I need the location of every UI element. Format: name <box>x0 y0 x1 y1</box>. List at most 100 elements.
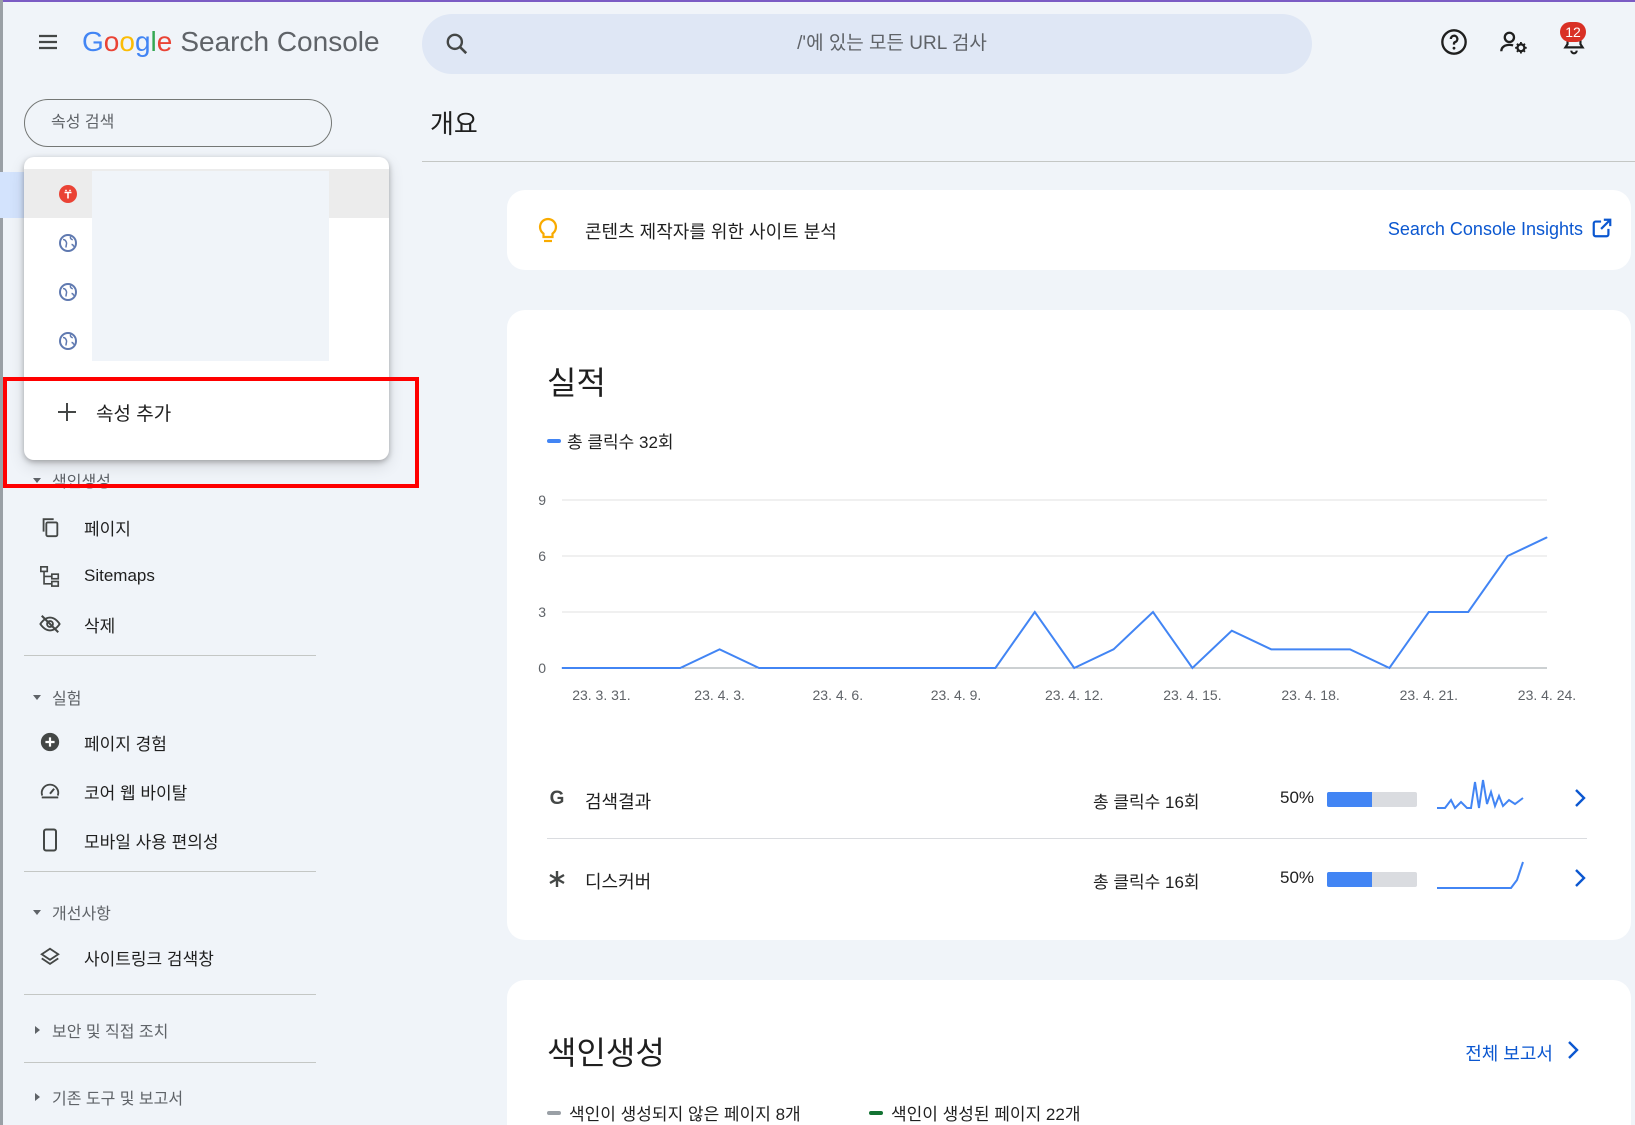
nav-section-security[interactable]: 보안 및 직접 조치 <box>32 1018 168 1042</box>
data-point <box>1507 555 1509 557</box>
chevron-right-icon[interactable] <box>1563 1038 1583 1062</box>
data-point <box>1034 611 1036 613</box>
data-point <box>797 667 799 669</box>
indexing-title: 색인생성 <box>547 1035 665 1071</box>
menu-icon[interactable] <box>30 24 66 60</box>
full-report-link[interactable]: 전체 보고서 <box>1465 1040 1553 1066</box>
nav-item-sitelinks-searchbox[interactable]: 사이트링크 검색창 <box>38 937 214 977</box>
x-tick-label: 23. 4. 3. <box>694 687 745 703</box>
x-tick-label: 23. 3. 31. <box>572 687 630 703</box>
search-icon[interactable] <box>444 31 470 62</box>
google-g-icon: G <box>549 788 565 809</box>
share-bar-fill <box>1327 792 1372 807</box>
legend-indexed[interactable]: 색인이 생성된 페이지 22개 <box>869 1100 1080 1125</box>
y-tick-label: 6 <box>538 548 546 564</box>
help-icon[interactable] <box>1436 24 1472 60</box>
caret-right-icon <box>35 1093 40 1101</box>
property-search[interactable] <box>24 99 332 147</box>
data-point <box>679 667 681 669</box>
data-point <box>640 667 642 669</box>
row-divider <box>547 838 1587 839</box>
performance-row-search[interactable]: G 검색결과 총 클릭수 16회 50% <box>547 760 1587 838</box>
legend-swatch-green <box>869 1110 883 1115</box>
nav-divider <box>24 994 316 995</box>
sitemap-icon <box>38 564 62 588</box>
legend-swatch <box>547 438 561 443</box>
share-bar <box>1327 792 1417 807</box>
caret-right-icon <box>35 1026 40 1034</box>
data-point <box>1073 667 1075 669</box>
chart-legend[interactable]: 총 클릭수 32회 <box>547 428 674 453</box>
x-tick-label: 23. 4. 12. <box>1045 687 1103 703</box>
top-app-bar: GoogleSearch Console 12 <box>0 2 1635 84</box>
open-in-new-icon[interactable] <box>1591 217 1613 244</box>
data-point <box>955 667 957 669</box>
search-sparkline <box>1437 779 1524 810</box>
data-point <box>1467 611 1469 613</box>
series-line <box>562 536 1548 670</box>
nav-item-mobile-usability[interactable]: 모바일 사용 편의성 <box>38 820 219 860</box>
data-point <box>994 667 996 669</box>
lightbulb-icon <box>537 217 559 250</box>
data-point <box>561 667 563 669</box>
data-point <box>1310 648 1312 650</box>
data-point <box>1546 536 1548 538</box>
nav-item-page-experience[interactable]: 페이지 경험 <box>38 722 167 762</box>
data-point <box>1191 667 1193 669</box>
smartphone-icon <box>38 828 62 852</box>
redacted-property-names <box>92 171 329 361</box>
insight-text: 콘텐츠 제작자를 위한 사이트 분석 <box>585 222 837 242</box>
data-point <box>837 667 839 669</box>
search-console-insights-link[interactable]: Search Console Insights <box>1388 219 1583 240</box>
add-property-label: 속성 추가 <box>96 403 172 425</box>
url-inspect-search[interactable] <box>422 14 1312 74</box>
speed-icon <box>38 779 62 803</box>
property-search-input[interactable] <box>25 100 331 146</box>
row-percent: 50% <box>1280 868 1315 887</box>
nav-item-sitemaps[interactable]: Sitemaps <box>38 556 155 596</box>
globe-icon <box>59 283 77 301</box>
x-tick-label: 23. 4. 9. <box>931 687 982 703</box>
nav-divider <box>24 871 316 872</box>
x-tick-label: 23. 4. 18. <box>1281 687 1339 703</box>
data-point <box>758 667 760 669</box>
admin-settings-icon[interactable] <box>1496 24 1532 60</box>
row-label: 검색결과 <box>585 792 652 812</box>
share-bar <box>1327 872 1417 887</box>
legend-label: 총 클릭수 32회 <box>567 433 674 452</box>
indexing-card: 색인생성 전체 보고서 색인이 생성되지 않은 페이지 8개 색인이 생성된 페… <box>507 980 1631 1125</box>
add-property-button[interactable]: 속성 추가 <box>24 379 389 445</box>
nav-item-pages[interactable]: 페이지 <box>38 507 131 547</box>
asterisk-icon <box>547 868 567 890</box>
y-tick-label: 3 <box>538 604 546 620</box>
caret-down-icon <box>33 910 41 915</box>
nav-item-removals[interactable]: 삭제 <box>38 604 115 644</box>
x-tick-label: 23. 4. 6. <box>813 687 864 703</box>
chevron-right-icon[interactable] <box>1570 866 1590 890</box>
url-inspect-input[interactable] <box>502 14 1282 74</box>
nav-item-core-web-vitals[interactable]: 코어 웹 바이탈 <box>38 771 187 811</box>
data-point <box>1270 648 1272 650</box>
row-clicks: 총 클릭수 16회 <box>1093 873 1200 892</box>
chevron-right-icon[interactable] <box>1570 786 1590 810</box>
notification-badge: 12 <box>1560 22 1586 42</box>
performance-row-discover[interactable]: 디스커버 총 클릭수 16회 50% <box>547 840 1587 918</box>
data-point <box>876 667 878 669</box>
y-tick-label: 9 <box>538 492 546 508</box>
data-point <box>1349 648 1351 650</box>
nav-section-enhancements[interactable]: 개선사항 <box>32 900 111 924</box>
discover-sparkline <box>1437 861 1524 889</box>
performance-line-chart[interactable]: 0 3 6 9 23. 3. 31. 23. 4. 3. 23. 4. 6. 23. 4. 9… <box>507 470 1631 710</box>
data-point <box>600 667 602 669</box>
search-console-logo[interactable]: Google Search Console <box>82 26 380 58</box>
nav-section-legacy-tools[interactable]: 기존 도구 및 보고서 <box>32 1085 183 1109</box>
product-name: Search Console <box>180 26 380 57</box>
legend-not-indexed[interactable]: 색인이 생성되지 않은 페이지 8개 <box>547 1100 801 1125</box>
data-point <box>719 648 721 650</box>
nav-section-indexing[interactable]: 색인생성 <box>32 468 111 492</box>
data-point <box>1428 611 1430 613</box>
pages-icon <box>38 515 62 539</box>
nav-section-experiments[interactable]: 실험 <box>32 685 81 709</box>
property-favicon-icon <box>59 185 77 203</box>
y-tick-label: 0 <box>538 660 546 676</box>
